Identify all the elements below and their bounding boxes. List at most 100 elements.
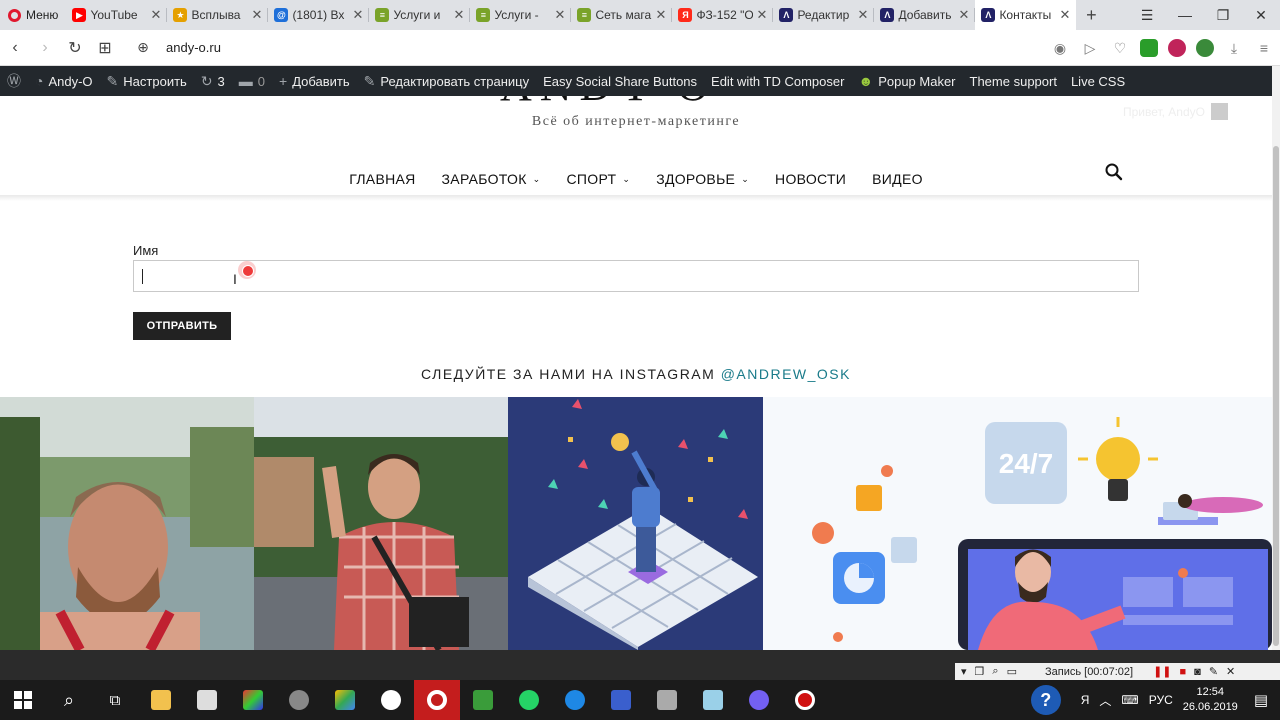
name-input[interactable] <box>133 260 1139 292</box>
taskbar-search-icon[interactable]: ⌕ <box>46 680 92 720</box>
url-field[interactable]: andy-o.ru <box>166 40 221 55</box>
essb-link[interactable]: Easy Social Share Buttons <box>536 66 704 96</box>
browser-tab[interactable]: ≡ Услуги - ✕ <box>470 0 572 30</box>
tray-expand-icon[interactable]: ︿ <box>1099 692 1111 709</box>
keyboard-icon[interactable]: ⌨ <box>1121 693 1138 707</box>
customize-link[interactable]: ✎ Настроить <box>100 66 194 96</box>
extension-adblock-icon[interactable] <box>1168 39 1186 57</box>
theme-support-link[interactable]: Theme support <box>963 66 1064 96</box>
menu-item[interactable]: ЗАРАБОТОК ⌄ <box>442 162 541 196</box>
tab-close-icon[interactable]: ✕ <box>1060 7 1071 23</box>
menu-item[interactable]: ГЛАВНАЯ <box>349 162 415 196</box>
notes-icon[interactable] <box>690 680 736 720</box>
tab-close-icon[interactable]: ✕ <box>858 7 869 23</box>
recorder-camera-icon[interactable]: ◙ <box>1194 666 1201 678</box>
reload-button[interactable]: ↻ <box>60 30 90 66</box>
minimize-button[interactable]: — <box>1166 0 1204 30</box>
browser-tab[interactable]: ≡ Услуги и ✕ <box>369 0 471 30</box>
instagram-handle-link[interactable]: @ANDREW_OSK <box>721 366 851 382</box>
whatsapp-icon[interactable] <box>506 680 552 720</box>
search-icon[interactable] <box>1104 162 1124 182</box>
easy-setup-icon[interactable]: ≡ <box>1254 40 1274 56</box>
tab-close-icon[interactable]: ✕ <box>252 7 263 23</box>
tab-close-icon[interactable]: ✕ <box>555 7 566 23</box>
page-scrollbar[interactable] <box>1272 66 1280 650</box>
menu-item[interactable]: НОВОСТИ <box>775 162 846 196</box>
browser-tab[interactable]: ★ Всплыва ✕ <box>167 0 269 30</box>
menu-item[interactable]: ВИДЕО <box>872 162 923 196</box>
tab-close-icon[interactable]: ✕ <box>353 7 364 23</box>
browser-tab[interactable]: Λ Добавить ✕ <box>874 0 976 30</box>
updates-link[interactable]: ↻ 3 <box>194 66 232 96</box>
browser-tab[interactable]: ≡ Сеть мага ✕ <box>571 0 673 30</box>
recorder-pen-icon[interactable]: ✎ <box>1209 665 1218 678</box>
browser-tab[interactable]: @ (1801) Вх ✕ <box>268 0 370 30</box>
recorder-stop-icon[interactable]: ■ <box>1180 666 1187 678</box>
tab-close-icon[interactable]: ✕ <box>454 7 465 23</box>
paint-icon[interactable] <box>230 680 276 720</box>
menu-item[interactable]: СПОРТ ⌄ <box>567 162 631 196</box>
restore-button[interactable]: ❐ <box>1204 0 1242 30</box>
recorder-pause-icon[interactable]: ❚❚ <box>1153 665 1171 678</box>
notifications-icon[interactable]: ▤ <box>1254 691 1268 709</box>
recorder-zoom-icon[interactable]: ⌕ <box>992 665 998 678</box>
recorder-close-icon[interactable]: ✕ <box>1226 665 1235 678</box>
tab-close-icon[interactable]: ✕ <box>151 7 162 23</box>
recorder-area-icon[interactable]: ▭ <box>1007 665 1017 678</box>
opera-menu-button[interactable]: Меню <box>0 0 66 30</box>
camera-app-icon[interactable] <box>276 680 322 720</box>
menu-item[interactable]: ЗДОРОВЬЕ ⌄ <box>656 162 749 196</box>
share-icon[interactable]: ▷ <box>1080 40 1100 57</box>
task-view-icon[interactable]: ⧉ <box>92 680 138 720</box>
user-greeting[interactable]: Привет, AndyO <box>1123 103 1228 120</box>
browser-tab[interactable]: Λ Редактир ✕ <box>773 0 875 30</box>
browser-tab[interactable]: Λ Контакты ✕ <box>975 0 1077 30</box>
drive-icon[interactable] <box>322 680 368 720</box>
instagram-photo-4[interactable]: 24/7 <box>763 397 1272 650</box>
extension-counter-icon[interactable] <box>1196 39 1214 57</box>
store-icon[interactable] <box>184 680 230 720</box>
start-button[interactable] <box>0 680 46 720</box>
site-info-icon[interactable]: ⊕ <box>128 30 158 66</box>
browser-tab[interactable]: Я ФЗ-152 "О ✕ <box>672 0 774 30</box>
download-icon[interactable]: ⤓ <box>1224 40 1244 57</box>
tab-close-icon[interactable]: ✕ <box>959 7 970 23</box>
back-button[interactable]: ‹ <box>0 30 30 66</box>
recorder-app-icon[interactable] <box>782 680 828 720</box>
forward-button[interactable]: › <box>30 30 60 66</box>
heart-icon[interactable]: ♡ <box>1110 40 1130 57</box>
instagram-photo-3[interactable] <box>508 397 763 650</box>
add-new-link[interactable]: + Добавить <box>272 66 357 96</box>
close-window-button[interactable]: ✕ <box>1242 0 1280 30</box>
language-indicator[interactable]: РУС <box>1149 693 1173 707</box>
submit-button[interactable]: ОТПРАВИТЬ <box>133 312 231 340</box>
people-icon[interactable]: Я <box>1081 693 1090 707</box>
browser-tab[interactable]: ▶ YouTube ✕ <box>66 0 168 30</box>
hp-icon[interactable] <box>368 680 414 720</box>
viber-icon[interactable] <box>736 680 782 720</box>
save-app-icon[interactable] <box>598 680 644 720</box>
live-css-link[interactable]: Live CSS <box>1064 66 1132 96</box>
instagram-photo-1[interactable] <box>0 397 254 650</box>
new-tab-button[interactable]: + <box>1076 5 1106 26</box>
speed-dial-button[interactable]: ⊞ <box>90 30 120 66</box>
clock[interactable]: 12:54 26.06.2019 <box>1183 685 1238 715</box>
wp-logo-button[interactable]: Ⓦ <box>0 66 28 96</box>
instagram-photo-2[interactable] <box>254 397 508 650</box>
popup-maker-link[interactable]: ☻ Popup Maker <box>851 66 962 96</box>
recorder-collapse-icon[interactable]: ▾ <box>961 665 967 678</box>
recorder-window-icon[interactable]: ❐ <box>975 665 985 678</box>
edit-page-link[interactable]: ✎ Редактировать страницу <box>357 66 536 96</box>
money-app-icon[interactable] <box>460 680 506 720</box>
file-explorer-icon[interactable] <box>138 680 184 720</box>
opera-taskbar-icon[interactable] <box>414 680 460 720</box>
tab-close-icon[interactable]: ✕ <box>757 7 768 23</box>
printer-icon[interactable] <box>644 680 690 720</box>
tab-close-icon[interactable]: ✕ <box>656 7 667 23</box>
scrollbar-thumb[interactable] <box>1273 146 1279 646</box>
site-name-link[interactable]: ◔ Andy-O <box>28 66 100 96</box>
td-composer-link[interactable]: Edit with TD Composer <box>704 66 851 96</box>
snapshot-icon[interactable]: ◉ <box>1050 40 1070 57</box>
comments-link[interactable]: ▬ 0 <box>232 66 272 96</box>
edge-icon[interactable] <box>552 680 598 720</box>
